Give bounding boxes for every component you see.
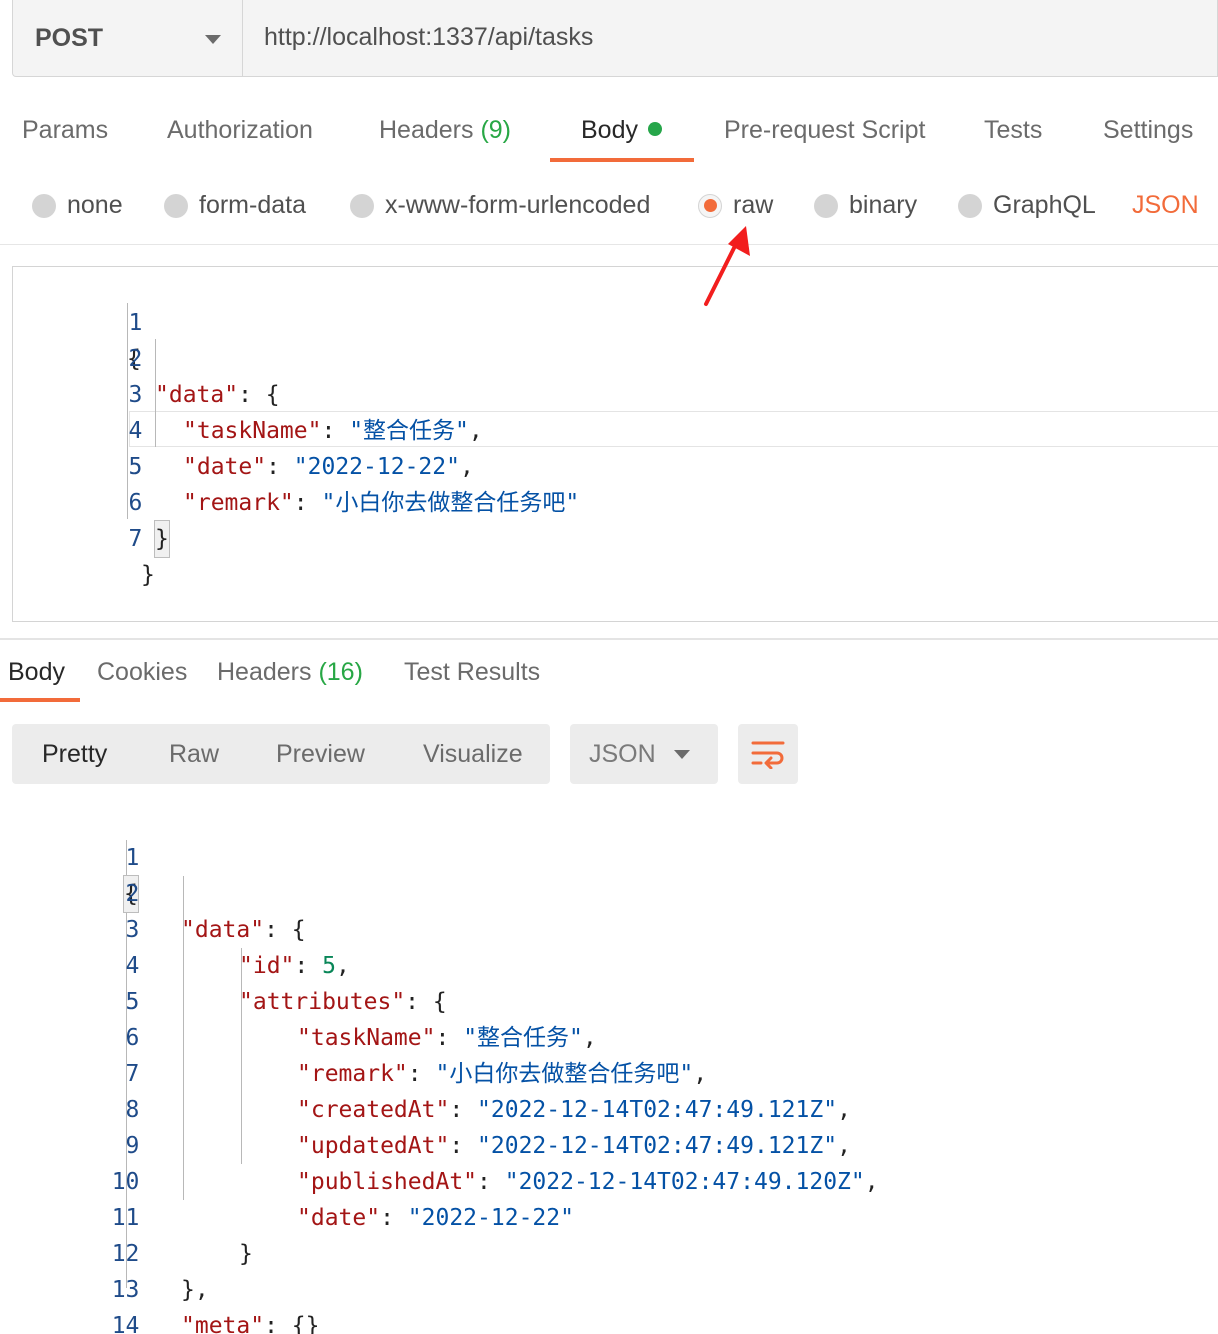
code-line: 5 "taskName": "整合任务", (0, 948, 1218, 1051)
radio-graphql-label: GraphQL (993, 191, 1096, 219)
code-line: 3 "id": 5, (0, 876, 1218, 979)
response-divider (0, 638, 1218, 640)
code-line: 14 } (0, 1272, 1218, 1334)
response-tab-headers[interactable]: Headers (16) (217, 658, 363, 687)
radio-circle (814, 193, 838, 218)
chevron-down-icon (205, 35, 221, 44)
code-line: 11 } (0, 1164, 1218, 1267)
line-number: 7 (128, 526, 143, 552)
radio-form-data[interactable]: form-data (164, 191, 306, 220)
radio-raw[interactable]: raw (698, 191, 773, 220)
code-line: 7 } (13, 485, 1218, 588)
view-raw-button[interactable]: Raw (169, 740, 219, 769)
code-text: } (141, 562, 155, 588)
method-select[interactable]: POST (13, 0, 243, 76)
view-mode-group: Pretty Raw Preview Visualize (12, 724, 550, 784)
code-line: 6 } (13, 449, 1218, 558)
view-pretty-button[interactable]: Pretty (42, 740, 107, 769)
url-text: http://localhost:1337/api/tasks (264, 22, 594, 51)
tab-prerequest-script[interactable]: Pre-request Script (724, 116, 925, 145)
line-number: 14 (111, 1313, 140, 1334)
code-line: 7 "createdAt": "2022-12-14T02:47:49.121Z… (0, 1020, 1218, 1123)
code-text: "meta": {} (181, 1308, 319, 1334)
radio-raw-label: raw (733, 191, 774, 219)
response-tabs: Body Cookies Headers (16) Test Results (0, 654, 1218, 704)
tab-tests[interactable]: Tests (984, 116, 1042, 145)
request-body-editor[interactable]: 1 { 2 "data": { 3 "taskName": "整合任务", 4 … (12, 266, 1218, 622)
response-tab-test-results[interactable]: Test Results (404, 658, 540, 687)
radio-circle (350, 193, 374, 218)
response-headers-count: (16) (318, 658, 363, 686)
response-tab-body[interactable]: Body (8, 658, 65, 687)
tab-headers[interactable]: Headers (9) (379, 116, 511, 145)
response-format-label: JSON (589, 740, 656, 768)
radio-circle-selected (698, 193, 722, 218)
body-format-select[interactable]: JSON (1132, 191, 1199, 220)
annotation-arrow-icon (704, 226, 750, 306)
json-key: "meta" (181, 1313, 265, 1334)
body-type-options: none form-data x-www-form-urlencoded raw… (0, 184, 1218, 228)
radio-circle (32, 193, 56, 218)
code-line: 13 "meta": {} (0, 1236, 1218, 1334)
tab-params[interactable]: Params (22, 116, 108, 145)
wrap-lines-icon (751, 741, 785, 769)
active-tab-underline (0, 698, 80, 702)
tab-headers-label: Headers (379, 116, 474, 144)
tab-settings[interactable]: Settings (1103, 116, 1193, 145)
radio-urlencoded[interactable]: x-www-form-urlencoded (350, 191, 650, 220)
code-line: 1 { (13, 269, 1218, 372)
code-line: 2 "data": { (0, 840, 1218, 943)
radio-form-data-label: form-data (199, 191, 306, 219)
request-bar: POST http://localhost:1337/api/tasks (12, 0, 1218, 77)
wrap-lines-button[interactable] (738, 724, 798, 784)
code-text: } (154, 520, 170, 558)
headers-count: (9) (480, 116, 512, 144)
request-tabs: Params Authorization Headers (9) Body Pr… (0, 110, 1218, 166)
code-line: 4 "attributes": { (0, 912, 1218, 1015)
matched-brace: } (154, 520, 170, 558)
radio-urlencoded-label: x-www-form-urlencoded (385, 191, 651, 219)
tab-body-label: Body (581, 116, 638, 144)
code-line: 5 "remark": "小白你去做整合任务吧" (13, 413, 1218, 516)
radio-binary-label: binary (849, 191, 918, 219)
view-visualize-button[interactable]: Visualize (423, 740, 523, 769)
code-line: 8 "updatedAt": "2022-12-14T02:47:49.121Z… (0, 1056, 1218, 1159)
view-preview-button[interactable]: Preview (276, 740, 365, 769)
radio-none-label: none (67, 191, 123, 219)
response-format-select[interactable]: JSON (570, 724, 718, 784)
json-punct: : {} (264, 1313, 320, 1334)
code-line: 12 }, (0, 1200, 1218, 1303)
chevron-down-icon (674, 750, 690, 759)
radio-binary[interactable]: binary (814, 191, 917, 220)
code-line: 6 "remark": "小白你去做整合任务吧", (0, 984, 1218, 1087)
code-line: 9 "publishedAt": "2022-12-14T02:47:49.12… (0, 1092, 1218, 1195)
tab-body[interactable]: Body (581, 116, 662, 145)
body-indicator-dot (647, 122, 662, 136)
radio-dot (703, 199, 717, 212)
code-line: 3 "taskName": "整合任务", (13, 341, 1218, 444)
response-headers-label: Headers (217, 658, 312, 686)
tab-authorization[interactable]: Authorization (167, 116, 313, 145)
response-body-viewer: 1 { 2 "data": { 3 "id": 5, 4 "attributes… (0, 804, 1218, 1334)
radio-graphql[interactable]: GraphQL (958, 191, 1096, 220)
radio-circle (164, 193, 188, 218)
divider (0, 244, 1218, 245)
code-line: 4 "date": "2022-12-22", (13, 377, 1218, 480)
url-input[interactable]: http://localhost:1337/api/tasks (243, 0, 1217, 76)
radio-circle (958, 193, 982, 218)
active-tab-underline (550, 158, 694, 162)
code-line: 1 { (0, 804, 1218, 913)
code-line: 10 "date": "2022-12-22" (0, 1128, 1218, 1231)
response-tab-cookies[interactable]: Cookies (97, 658, 187, 687)
radio-none[interactable]: none (32, 191, 123, 220)
method-label: POST (35, 23, 104, 52)
code-line: 2 "data": { (13, 305, 1218, 408)
